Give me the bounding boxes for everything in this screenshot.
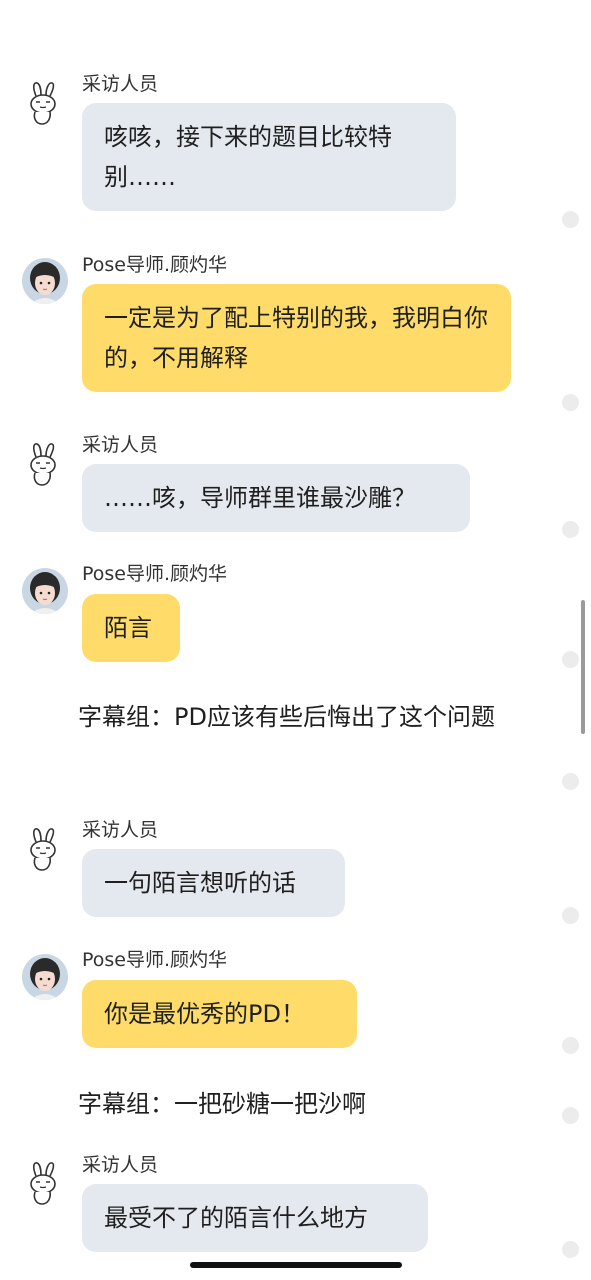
message-bubble[interactable]: 你是最优秀的PD！	[82, 980, 357, 1048]
rabbit-avatar-icon[interactable]	[22, 80, 68, 126]
select-radio[interactable]	[562, 651, 579, 668]
sender-name: 采访人员	[82, 73, 159, 95]
rabbit-avatar-icon[interactable]	[22, 1160, 68, 1206]
message-bubble[interactable]: 最受不了的陌言什么地方	[82, 1184, 428, 1252]
home-indicator[interactable]	[190, 1262, 402, 1268]
narration-text: 字幕组：PD应该有些后悔出了这个问题	[78, 703, 495, 731]
select-radio[interactable]	[562, 773, 579, 790]
message-bubble[interactable]: 一定是为了配上特别的我，我明白你的，不用解释	[82, 284, 511, 392]
girl-portrait-avatar-icon[interactable]	[22, 568, 68, 614]
select-radio[interactable]	[562, 521, 579, 538]
narration-text: 字幕组：一把砂糖一把沙啊	[78, 1090, 366, 1118]
girl-portrait-avatar-icon[interactable]	[22, 954, 68, 1000]
sender-name: Pose导师.顾灼华	[82, 949, 228, 971]
message-bubble[interactable]: 陌言	[82, 594, 180, 662]
rabbit-avatar-icon[interactable]	[22, 441, 68, 487]
sender-name: Pose导师.顾灼华	[82, 563, 228, 585]
select-radio[interactable]	[562, 1037, 579, 1054]
select-radio[interactable]	[562, 1107, 579, 1124]
sender-name: 采访人员	[82, 434, 159, 456]
select-radio[interactable]	[562, 907, 579, 924]
sender-name: 采访人员	[82, 819, 159, 841]
select-radio[interactable]	[562, 211, 579, 228]
message-bubble[interactable]: 一句陌言想听的话	[82, 849, 345, 917]
message-bubble[interactable]: ……咳，导师群里谁最沙雕？	[82, 464, 470, 532]
sender-name: Pose导师.顾灼华	[82, 254, 228, 276]
scrollbar[interactable]	[581, 600, 585, 734]
message-bubble[interactable]: 咳咳，接下来的题目比较特别……	[82, 103, 456, 211]
rabbit-avatar-icon[interactable]	[22, 826, 68, 872]
girl-portrait-avatar-icon[interactable]	[22, 258, 68, 304]
select-radio[interactable]	[562, 394, 579, 411]
sender-name: 采访人员	[82, 1154, 159, 1176]
select-radio[interactable]	[562, 1241, 579, 1258]
